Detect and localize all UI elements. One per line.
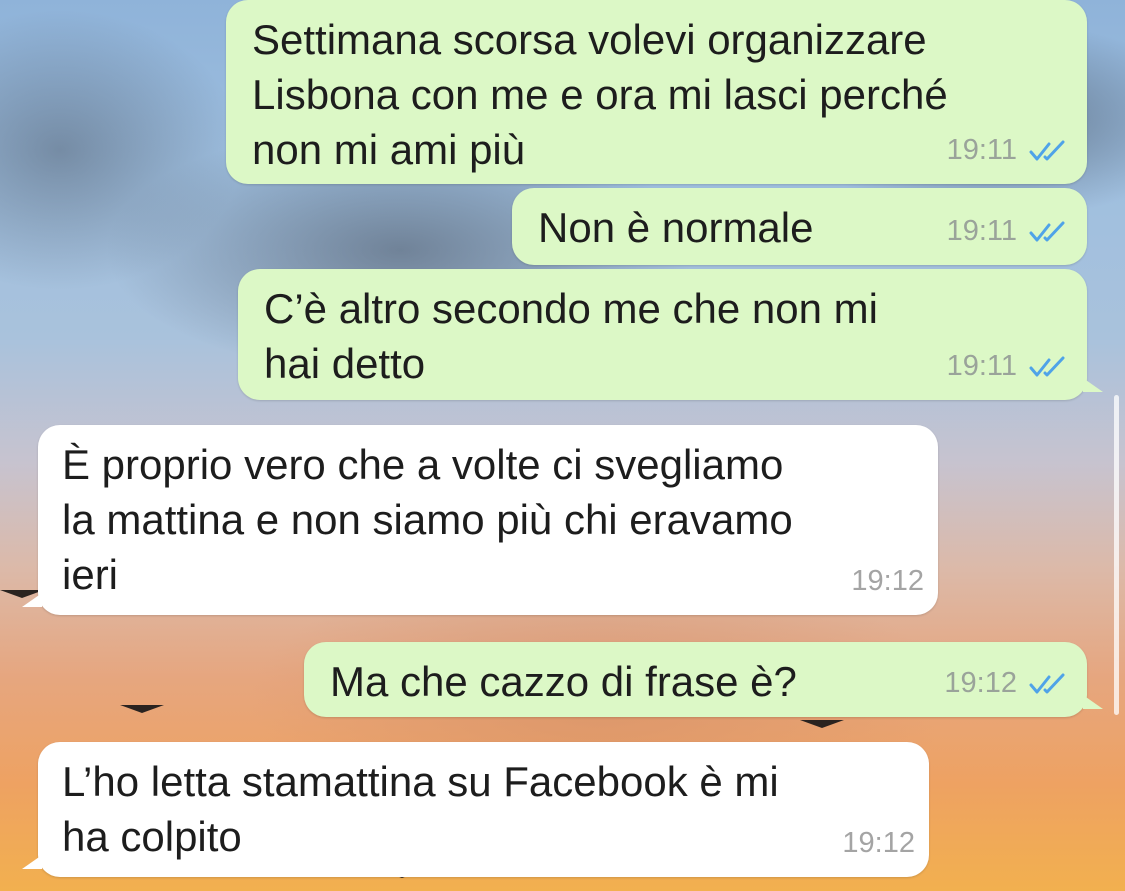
message-bubble-outgoing[interactable]: C’è altro secondo me che non mi hai dett… — [238, 269, 1103, 400]
message-bubble-incoming[interactable]: L’ho letta stamattina su Facebook è mi h… — [22, 742, 929, 877]
double-check-icon — [1029, 140, 1065, 160]
double-check-icon — [1029, 673, 1065, 693]
message-meta: 19:11 — [947, 204, 1071, 259]
message-bubble-outgoing[interactable]: Settimana scorsa volevi organizzare Lisb… — [226, 0, 1087, 184]
message-text: Ma che cazzo di frase è? — [330, 658, 797, 705]
message-meta: 19:11 — [947, 339, 1071, 394]
bird-silhouette — [800, 720, 844, 728]
message-time: 19:12 — [851, 565, 924, 597]
bubble-tail — [22, 593, 42, 607]
bubble-tail — [1083, 695, 1103, 709]
scrollbar[interactable] — [1114, 395, 1119, 715]
message-time: 19:12 — [842, 827, 915, 859]
message-meta: 19:11 — [947, 123, 1071, 178]
message-meta: 19:12 — [944, 656, 1071, 711]
message-text: È proprio vero che a volte ci svegliamo … — [62, 441, 793, 598]
message-meta: 19:12 — [842, 816, 915, 871]
message-bubble-outgoing[interactable]: Non è normale 19:11 — [512, 188, 1087, 265]
message-text: Settimana scorsa volevi organizzare Lisb… — [252, 16, 948, 173]
double-check-icon — [1029, 221, 1065, 241]
bubble-tail — [22, 855, 42, 869]
message-time: 19:11 — [946, 350, 1017, 382]
message-bubble-outgoing[interactable]: Ma che cazzo di frase è? 19:12 — [304, 642, 1103, 717]
message-text: C’è altro secondo me che non mi hai dett… — [264, 285, 878, 387]
message-bubble-incoming[interactable]: È proprio vero che a volte ci svegliamo … — [22, 425, 938, 615]
double-check-icon — [1029, 356, 1065, 376]
message-meta: 19:12 — [851, 554, 924, 609]
message-time: 19:11 — [946, 134, 1017, 166]
message-text: L’ho letta stamattina su Facebook è mi h… — [62, 758, 779, 860]
bird-silhouette — [120, 705, 164, 713]
message-time: 19:12 — [944, 667, 1017, 699]
message-time: 19:11 — [946, 215, 1017, 247]
bubble-tail — [1083, 378, 1103, 392]
message-text: Non è normale — [538, 204, 814, 251]
